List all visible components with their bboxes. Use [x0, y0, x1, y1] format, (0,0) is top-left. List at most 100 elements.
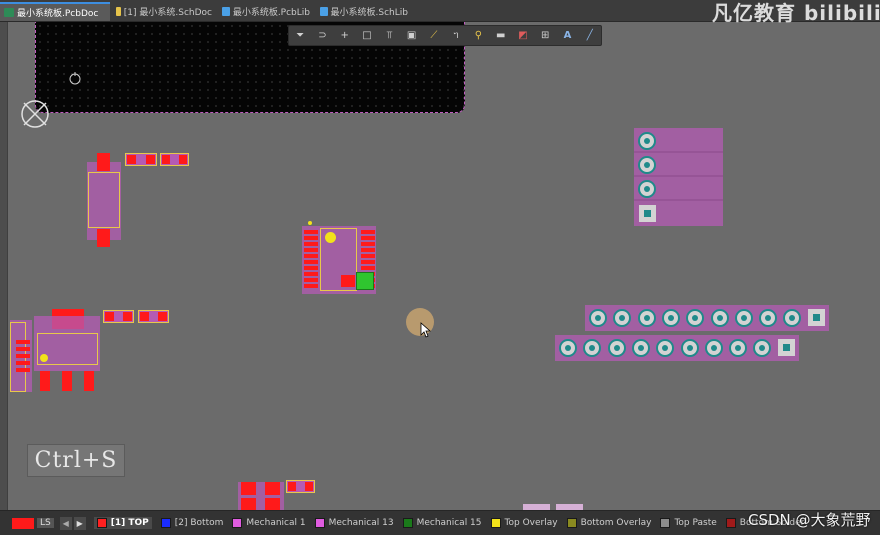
through-hole-pad[interactable] — [638, 132, 656, 150]
smd-pad[interactable] — [158, 312, 167, 321]
through-hole-pad[interactable] — [729, 339, 748, 357]
plus-icon[interactable]: + — [334, 26, 356, 45]
layer-tab[interactable]: Mechanical 1 — [232, 518, 306, 528]
layer-scroll-right-icon[interactable]: ▶ — [73, 516, 86, 530]
tab-pcblib-label: 最小系统板.PcbLib — [232, 8, 310, 18]
smd-pad[interactable] — [304, 230, 318, 234]
text-icon[interactable]: A — [556, 26, 578, 45]
smd-pad[interactable] — [305, 482, 313, 491]
smd-pad[interactable] — [361, 242, 375, 246]
pin1-marker — [40, 354, 48, 362]
fill-icon[interactable]: ▬ — [490, 26, 512, 45]
smd-pad[interactable] — [304, 266, 318, 270]
smd-pad[interactable] — [265, 498, 280, 510]
through-hole-pad[interactable] — [704, 339, 723, 357]
smd-pad[interactable] — [62, 371, 72, 391]
left-panel-strip[interactable] — [0, 22, 8, 510]
smd-pad[interactable] — [162, 155, 170, 164]
smd-pad[interactable] — [361, 248, 375, 252]
smd-pad[interactable] — [241, 498, 256, 510]
smd-pad[interactable] — [105, 312, 114, 321]
smd-pad[interactable] — [140, 312, 149, 321]
tab-schdoc[interactable]: [1] 最小系统.SchDoc — [112, 2, 216, 21]
through-hole-pad[interactable] — [734, 309, 753, 327]
connector-pads[interactable] — [14, 338, 32, 378]
tab-schlib[interactable]: 最小系统板.SchLib — [316, 2, 412, 21]
smd-pad[interactable] — [40, 371, 50, 391]
through-hole-pad[interactable] — [559, 339, 577, 357]
smd-pad[interactable] — [265, 482, 280, 495]
through-hole-pad[interactable] — [638, 180, 656, 198]
smd-pad[interactable] — [304, 272, 318, 276]
via-icon[interactable]: ⚲ — [467, 26, 489, 45]
through-hole-pad[interactable] — [680, 339, 699, 357]
diff-pair-icon[interactable]: ᥐ — [445, 26, 467, 45]
through-hole-pad[interactable] — [589, 309, 607, 327]
silkscreen-outline — [88, 172, 120, 228]
layer-tab[interactable]: [1] TOP — [93, 517, 152, 529]
layer-scroll-left-icon[interactable]: ◀ — [59, 516, 72, 530]
smd-pad[interactable] — [304, 254, 318, 258]
line-icon[interactable]: ╱ — [579, 26, 601, 45]
current-layer-swatch[interactable] — [12, 517, 34, 529]
smd-pad[interactable] — [361, 254, 375, 258]
smd-pad[interactable] — [179, 155, 187, 164]
dimension-icon[interactable]: ⊞ — [534, 26, 556, 45]
smd-pad[interactable] — [304, 260, 318, 264]
interactive-route-icon[interactable]: ⟋ — [423, 26, 445, 45]
smd-pad[interactable] — [127, 155, 136, 164]
through-hole-pad[interactable] — [759, 309, 778, 327]
through-hole-pad[interactable] — [661, 309, 680, 327]
through-hole-pad[interactable] — [638, 156, 656, 174]
layer-tab[interactable]: [2] Bottom — [160, 518, 223, 528]
smd-pad[interactable] — [361, 260, 375, 264]
smd-pad[interactable] — [304, 278, 318, 282]
crosshair-origin-icon — [21, 100, 49, 128]
layer-set-button[interactable]: LS — [37, 518, 54, 528]
smd-pad[interactable] — [361, 236, 375, 240]
active-bar-toolbar: ⏷ ⊃ + □ ⫪ ▣ ⟋ ᥐ ⚲ ▬ ◩ ⊞ A ╱ — [288, 25, 602, 46]
smd-pad[interactable] — [97, 153, 110, 171]
smd-pad[interactable] — [361, 230, 375, 234]
through-hole-pad-square[interactable] — [807, 309, 825, 326]
tab-pcbdoc[interactable]: 最小系统板.PcbDoc — [0, 2, 110, 21]
select-rect-icon[interactable]: □ — [356, 26, 378, 45]
through-hole-pad[interactable] — [607, 339, 626, 357]
smd-pad[interactable] — [361, 266, 375, 270]
smd-pad[interactable] — [123, 312, 132, 321]
tab-pcblib[interactable]: 最小系统板.PcbLib — [218, 2, 314, 21]
layer-tab[interactable]: Bottom Overlay — [566, 518, 652, 528]
tab-schlib-label: 最小系统板.SchLib — [330, 8, 408, 18]
smd-pad[interactable] — [304, 248, 318, 252]
layer-tab-label: Bottom Overlay — [580, 518, 652, 528]
through-hole-pad-square[interactable] — [639, 205, 656, 222]
pcblib-file-icon — [222, 7, 230, 16]
through-hole-pad[interactable] — [710, 309, 729, 327]
tab-pcbdoc-label: 最小系统板.PcbDoc — [17, 9, 99, 19]
selected-pad-highlight[interactable] — [356, 272, 374, 290]
smd-pad[interactable] — [146, 155, 155, 164]
watermark-text: CSDN @大象荒野 — [748, 511, 871, 529]
layer-tab[interactable]: Top Paste — [660, 518, 717, 528]
smd-pad[interactable] — [341, 275, 355, 287]
layer-tab[interactable]: Mechanical 15 — [402, 518, 482, 528]
keepout-icon[interactable]: ◩ — [512, 26, 534, 45]
smd-pad[interactable] — [288, 482, 296, 491]
smd-pad[interactable] — [84, 371, 94, 391]
smd-pad[interactable] — [304, 236, 318, 240]
layer-tab[interactable]: Mechanical 13 — [314, 518, 394, 528]
filter-icon[interactable]: ⏷ — [289, 26, 311, 45]
layer-tab[interactable]: Top Overlay — [490, 518, 558, 528]
through-hole-pad[interactable] — [631, 339, 650, 357]
component-icon[interactable]: ▣ — [400, 26, 422, 45]
smd-pad[interactable] — [304, 284, 318, 288]
route-icon[interactable]: ⊃ — [311, 26, 333, 45]
through-hole-pad-square[interactable] — [777, 339, 795, 356]
smd-pad[interactable] — [304, 242, 318, 246]
smd-pad[interactable] — [97, 229, 110, 247]
layer-color-swatch — [160, 518, 171, 528]
smd-pad[interactable] — [241, 482, 256, 495]
through-hole-pad[interactable] — [637, 309, 656, 327]
layer-tab-label: Top Paste — [674, 518, 717, 528]
align-icon[interactable]: ⫪ — [378, 26, 400, 45]
